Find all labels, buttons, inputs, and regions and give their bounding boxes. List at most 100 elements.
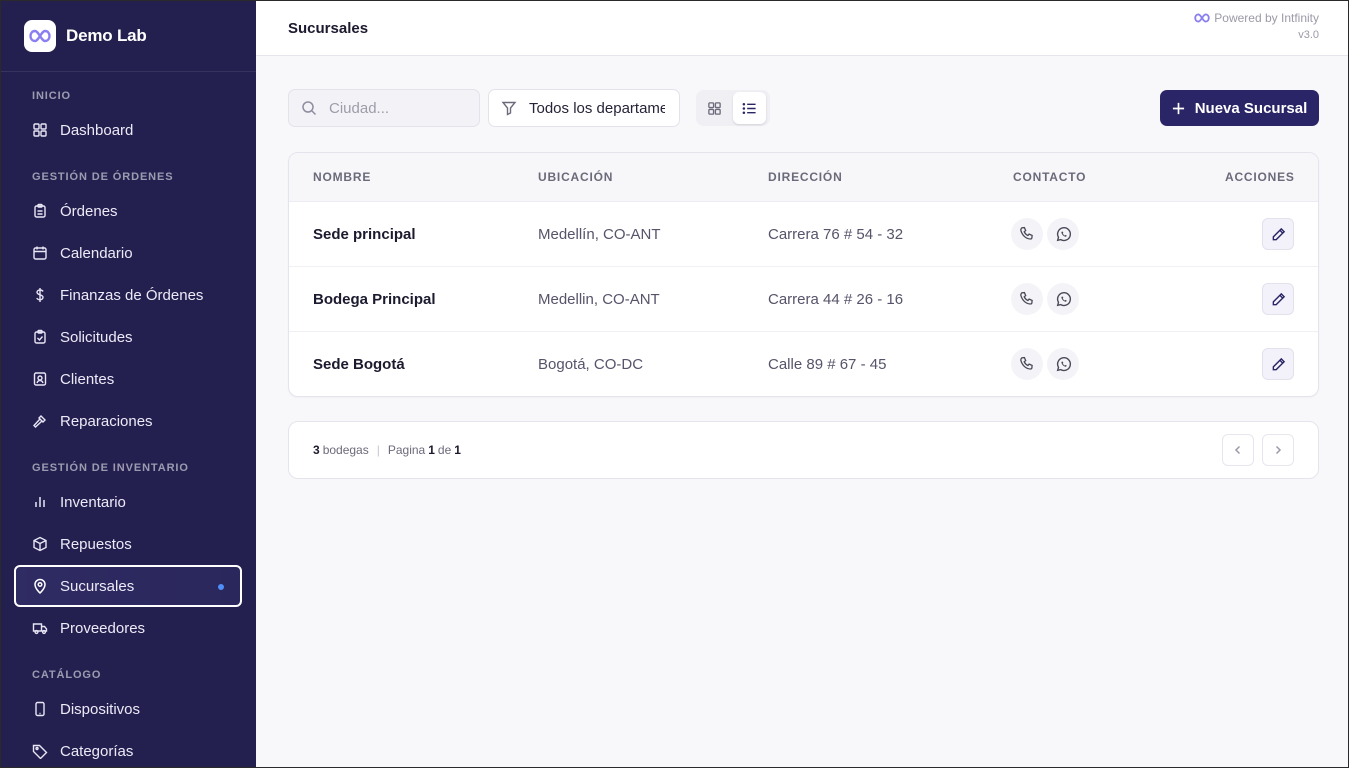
call-button[interactable] — [1011, 283, 1043, 315]
sidebar-item-label: Inventario — [60, 493, 126, 511]
new-branch-button[interactable]: Nueva Sucursal — [1160, 90, 1319, 126]
total-pages: 1 — [454, 443, 461, 457]
sidebar-item-inventario[interactable]: Inventario — [14, 481, 242, 523]
department-filter[interactable]: Todos los departamentos — [488, 89, 680, 127]
smartphone-icon — [35, 701, 45, 717]
powered-by: Powered by Intfinity — [1194, 11, 1319, 25]
whatsapp-button[interactable] — [1047, 348, 1079, 380]
list-icon — [742, 102, 756, 114]
map-pin-icon — [34, 578, 46, 594]
page-title: Sucursales — [288, 20, 369, 37]
plus-icon — [1172, 102, 1184, 114]
branches-table: NOMBRE UBICACIÓN DIRECCIÓN CONTACTO ACCI… — [288, 152, 1319, 397]
section-gestion-inventario: GESTIÓN DE INVENTARIO — [32, 462, 189, 474]
sidebar-item-dashboard[interactable]: Dashboard — [14, 109, 242, 151]
brand-name: Demo Lab — [66, 25, 147, 45]
branch-name: Bodega Principal — [313, 291, 436, 308]
sidebar-item-sucursales[interactable]: Sucursales — [14, 565, 242, 607]
table-row[interactable]: Sede principal Medellín, CO-ANT Carrera … — [289, 202, 1318, 267]
branch-location: Bogotá, CO-DC — [538, 356, 644, 373]
search-box[interactable] — [288, 89, 480, 127]
branch-location: Medellín, CO-ANT — [538, 226, 661, 243]
sidebar-item-repuestos[interactable]: Repuestos — [14, 523, 242, 565]
dollar-icon — [36, 288, 44, 302]
column-header-contacto: CONTACTO — [1013, 170, 1087, 184]
whatsapp-button[interactable] — [1047, 283, 1079, 315]
tag-icon — [32, 744, 48, 759]
filter-icon — [501, 101, 517, 116]
sidebar-item-label: Solicitudes — [60, 328, 133, 346]
hammer-icon — [33, 415, 46, 428]
pencil-icon — [1272, 292, 1285, 305]
sidebar-item-label: Dashboard — [60, 121, 134, 139]
branch-location: Medellin, CO-ANT — [538, 291, 660, 308]
sidebar-item-reparaciones[interactable]: Reparaciones — [14, 400, 242, 442]
whatsapp-button[interactable] — [1047, 218, 1079, 250]
sidebar-item-categorias[interactable]: Categorías — [14, 730, 242, 768]
view-toggle — [696, 90, 770, 126]
calendar-icon — [33, 246, 47, 260]
sidebar-item-label: Repuestos — [60, 535, 132, 553]
sidebar-item-label: Proveedores — [60, 619, 146, 637]
table-row[interactable]: Sede Bogotá Bogotá, CO-DC Calle 89 # 67 … — [289, 332, 1318, 396]
of-label: de — [437, 443, 452, 457]
grid-icon — [708, 101, 721, 115]
prev-page-button[interactable] — [1222, 434, 1254, 466]
column-header-ubicacion: UBICACIÓN — [538, 170, 614, 184]
truck-icon — [32, 623, 48, 635]
phone-icon — [1020, 291, 1033, 305]
pencil-icon — [1272, 227, 1285, 240]
phone-icon — [1020, 356, 1033, 370]
grid-view-button[interactable] — [698, 92, 731, 124]
item-count-label: bodegas — [322, 443, 369, 457]
item-count: 3 — [313, 443, 320, 457]
clipboard-check-icon — [34, 329, 46, 344]
table-header: NOMBRE UBICACIÓN DIRECCIÓN CONTACTO ACCI… — [289, 153, 1318, 202]
top-header: Sucursales Powered by Intfinity v3.0 — [256, 0, 1349, 56]
section-inicio: INICIO — [32, 90, 72, 102]
column-header-nombre: NOMBRE — [313, 170, 372, 184]
table-row[interactable]: Bodega Principal Medellin, CO-ANT Carrer… — [289, 267, 1318, 332]
whatsapp-icon — [1056, 291, 1071, 306]
next-page-button[interactable] — [1262, 434, 1294, 466]
edit-button[interactable] — [1262, 218, 1294, 250]
current-page: 1 — [428, 443, 435, 457]
whatsapp-icon — [1056, 356, 1071, 371]
call-button[interactable] — [1011, 218, 1043, 250]
active-indicator-dot — [218, 584, 224, 590]
sidebar-item-finanzas[interactable]: Finanzas de Órdenes — [14, 274, 242, 316]
sidebar-item-proveedores[interactable]: Proveedores — [14, 607, 242, 649]
sidebar-item-label: Reparaciones — [60, 412, 153, 430]
list-view-button[interactable] — [733, 92, 766, 124]
sidebar-item-solicitudes[interactable]: Solicitudes — [14, 316, 242, 358]
sidebar-item-clientes[interactable]: Clientes — [14, 358, 242, 400]
branch-address: Carrera 44 # 26 - 16 — [768, 291, 904, 308]
branch-name: Sede Bogotá — [313, 356, 405, 373]
bar-chart-icon — [35, 497, 45, 507]
contact-icon — [33, 372, 47, 386]
pagination-bar: 3 bodegas | Pagina 1 de 1 — [288, 421, 1319, 479]
edit-button[interactable] — [1262, 283, 1294, 315]
sidebar-item-dispositivos[interactable]: Dispositivos — [14, 688, 242, 730]
new-branch-label: Nueva Sucursal — [1194, 99, 1308, 117]
clipboard-icon — [34, 203, 46, 218]
version-label: v3.0 — [1298, 29, 1319, 41]
branch-address: Calle 89 # 67 - 45 — [768, 356, 887, 373]
package-icon — [33, 536, 47, 552]
call-button[interactable] — [1011, 348, 1043, 380]
chevron-left-icon — [1234, 445, 1241, 455]
edit-button[interactable] — [1262, 348, 1294, 380]
sidebar: Demo Lab INICIO Dashboard GESTIÓN DE ÓRD… — [0, 0, 256, 768]
chevron-right-icon — [1275, 445, 1282, 455]
brand[interactable]: Demo Lab — [0, 0, 256, 72]
search-icon — [302, 101, 317, 116]
search-input[interactable] — [329, 99, 469, 117]
sidebar-item-label: Sucursales — [60, 577, 135, 595]
sidebar-item-ordenes[interactable]: Órdenes — [14, 190, 242, 232]
sidebar-item-label: Clientes — [60, 370, 115, 388]
page-label: Pagina — [387, 443, 426, 457]
infinity-icon — [1194, 13, 1210, 23]
phone-icon — [1020, 226, 1033, 240]
sidebar-item-calendario[interactable]: Calendario — [14, 232, 242, 274]
powered-by-text: Powered by Intfinity — [1214, 11, 1319, 25]
